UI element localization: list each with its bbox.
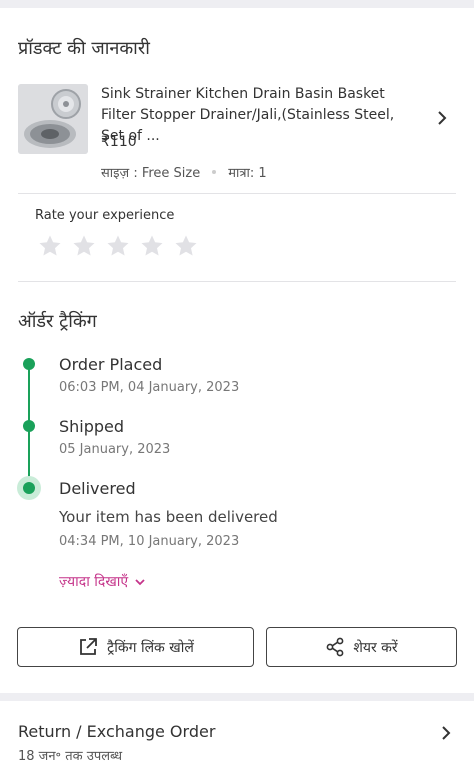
open-tracking-link-button[interactable]: ट्रैकिंग लिंक खोलें xyxy=(17,627,254,667)
show-more-link[interactable]: ज़्यादा दिखाएँ xyxy=(59,572,146,591)
step-delivered-description: Your item has been delivered xyxy=(59,508,278,526)
product-quantity: मात्रा: 1 xyxy=(228,166,267,181)
product-meta: साइज़ : Free Size मात्रा: 1 xyxy=(101,163,267,181)
product-section-title: प्रॉडक्ट की जानकारी xyxy=(18,38,150,59)
product-size: साइज़ : Free Size xyxy=(101,166,201,181)
chevron-down-icon xyxy=(135,578,145,585)
product-row[interactable]: Sink Strainer Kitchen Drain Basin Basket… xyxy=(18,82,458,182)
star-rating[interactable] xyxy=(38,234,198,258)
external-link-icon xyxy=(80,638,98,655)
return-exchange-title: Return / Exchange Order xyxy=(18,722,216,741)
product-name: Sink Strainer Kitchen Drain Basin Basket… xyxy=(101,86,395,144)
chevron-right-icon[interactable] xyxy=(434,110,450,126)
timeline-dot-shipped xyxy=(23,420,35,432)
show-more-label: ज़्यादा दिखाएँ xyxy=(59,574,129,590)
product-thumbnail xyxy=(18,84,88,154)
share-button[interactable]: शेयर करें xyxy=(266,627,457,667)
step-order-placed-title: Order Placed xyxy=(59,355,163,374)
divider xyxy=(18,281,456,282)
star-icon[interactable] xyxy=(72,234,96,258)
chevron-right-icon[interactable] xyxy=(438,725,454,741)
timeline-dot-delivered xyxy=(23,482,35,494)
product-price: ₹110 xyxy=(101,134,137,150)
order-tracking-title: ऑर्डर ट्रैकिंग xyxy=(18,311,97,332)
timeline-dot-order-placed xyxy=(23,358,35,370)
step-shipped-title: Shipped xyxy=(59,417,125,436)
section-divider-band xyxy=(0,693,474,701)
share-icon xyxy=(326,637,344,657)
star-icon[interactable] xyxy=(140,234,164,258)
star-icon[interactable] xyxy=(174,234,198,258)
top-divider-band xyxy=(0,0,474,8)
step-delivered-time: 04:34 PM, 10 January, 2023 xyxy=(59,534,240,549)
sink-strainer-image xyxy=(18,84,88,154)
star-icon[interactable] xyxy=(38,234,62,258)
rate-experience-label: Rate your experience xyxy=(35,208,175,223)
star-icon[interactable] xyxy=(106,234,130,258)
meta-separator-dot xyxy=(212,170,217,174)
divider xyxy=(18,193,456,194)
step-order-placed-time: 06:03 PM, 04 January, 2023 xyxy=(59,380,240,395)
share-label: शेयर करें xyxy=(353,639,398,656)
open-tracking-link-label: ट्रैकिंग लिंक खोलें xyxy=(107,639,194,656)
return-exchange-subtitle: 18 जन॰ तक उपलब्ध xyxy=(18,749,123,764)
step-delivered-title: Delivered xyxy=(59,479,136,498)
step-shipped-time: 05 January, 2023 xyxy=(59,442,171,457)
